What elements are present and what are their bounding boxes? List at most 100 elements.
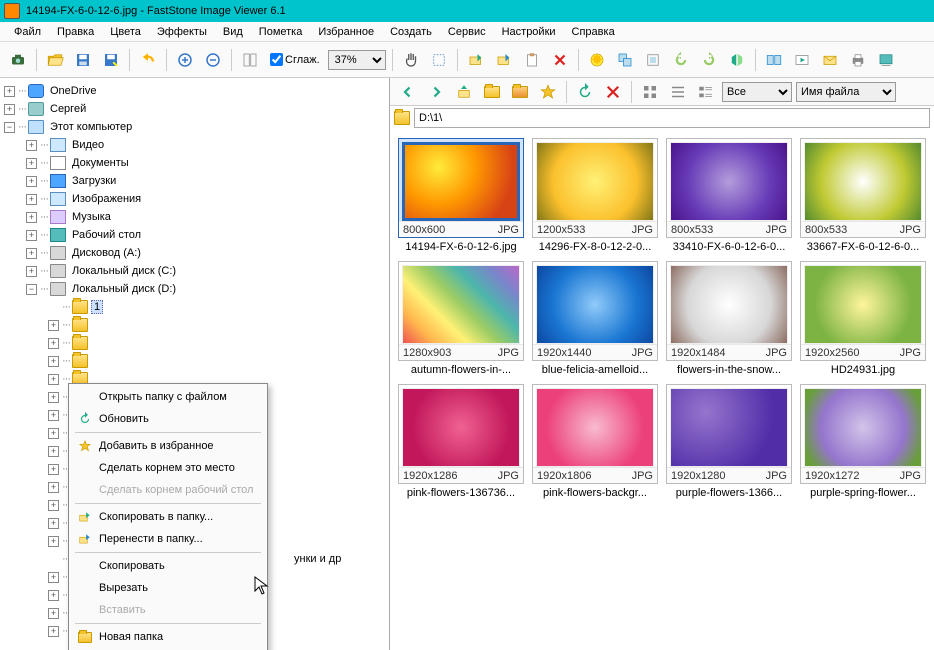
ctx-copy-to[interactable]: Скопировать в папку... xyxy=(71,506,265,528)
email-icon[interactable] xyxy=(818,48,842,72)
contrast-icon[interactable] xyxy=(585,48,609,72)
print-icon[interactable] xyxy=(846,48,870,72)
nav-forward-icon[interactable] xyxy=(424,80,448,104)
thumbnail-item[interactable]: 800x600JPG14194-FX-6-0-12-6.jpg xyxy=(398,138,524,253)
tree-music[interactable]: Музыка xyxy=(69,210,114,224)
zoom-select[interactable]: 37% xyxy=(328,50,386,70)
canvas-icon[interactable] xyxy=(641,48,665,72)
folder2-icon[interactable] xyxy=(508,80,532,104)
path-input[interactable] xyxy=(414,108,930,128)
view-list-icon[interactable] xyxy=(666,80,690,104)
select-icon[interactable] xyxy=(427,48,451,72)
delete-tb-icon[interactable] xyxy=(548,48,572,72)
ctx-new-folder[interactable]: Новая папка xyxy=(71,626,265,648)
thumb-filename: pink-flowers-136736... xyxy=(398,487,524,499)
thumbnail-item[interactable]: 1200x533JPG14296-FX-8-0-12-2-0... xyxy=(532,138,658,253)
menu-favorites[interactable]: Избранное xyxy=(310,24,382,40)
rotate-right-icon[interactable] xyxy=(697,48,721,72)
move-to-folder-icon[interactable] xyxy=(492,48,516,72)
compare-icon[interactable] xyxy=(762,48,786,72)
open-icon[interactable] xyxy=(43,48,67,72)
save-icon[interactable] xyxy=(71,48,95,72)
tree-onedrive[interactable]: OneDrive xyxy=(47,84,99,98)
thumbnail-item[interactable]: 1920x1286JPGpink-flowers-136736... xyxy=(398,384,524,499)
zoom-out-icon[interactable] xyxy=(201,48,225,72)
smooth-checkbox-input[interactable] xyxy=(270,53,283,66)
thumbnail-item[interactable]: 1920x1484JPGflowers-in-the-snow... xyxy=(666,261,792,376)
menu-colors[interactable]: Цвета xyxy=(102,24,149,40)
menu-effects[interactable]: Эффекты xyxy=(149,24,215,40)
tree-documents[interactable]: Документы xyxy=(69,156,132,170)
thumbnail-item[interactable]: 800x533JPG33667-FX-6-0-12-6-0... xyxy=(800,138,926,253)
clipboard-icon[interactable] xyxy=(520,48,544,72)
rotate-left-icon[interactable] xyxy=(669,48,693,72)
folder-tree[interactable]: +···OneDrive +···Сергей −···Этот компьют… xyxy=(0,78,390,650)
refresh2-icon[interactable] xyxy=(573,80,597,104)
smooth-checkbox[interactable]: Сглаж. xyxy=(270,53,320,66)
flip-icon[interactable] xyxy=(725,48,749,72)
view-detail-icon[interactable] xyxy=(694,80,718,104)
menu-file[interactable]: Файл xyxy=(6,24,49,40)
thumbnail-item[interactable]: 1920x1272JPGpurple-spring-flower... xyxy=(800,384,926,499)
stop-icon[interactable] xyxy=(601,80,625,104)
thumbnails-grid[interactable]: 800x600JPG14194-FX-6-0-12-6.jpg1200x533J… xyxy=(390,130,934,650)
thumb-dimensions: 1920x1286 xyxy=(403,470,457,482)
thumbnail-item[interactable]: 1920x1806JPGpink-flowers-backgr... xyxy=(532,384,658,499)
menu-create[interactable]: Создать xyxy=(382,24,440,40)
ctx-refresh[interactable]: Обновить xyxy=(71,408,265,430)
menu-tag[interactable]: Пометка xyxy=(251,24,311,40)
zoom-in-icon[interactable] xyxy=(173,48,197,72)
acquire-icon[interactable] xyxy=(6,48,30,72)
menu-settings[interactable]: Настройки xyxy=(494,24,564,40)
thumbnail-item[interactable]: 800x533JPG33410-FX-6-0-12-6-0... xyxy=(666,138,792,253)
filter-select[interactable]: Все xyxy=(722,82,792,102)
tree-video[interactable]: Видео xyxy=(69,138,107,152)
ctx-copy[interactable]: Скопировать xyxy=(71,555,265,577)
copy-to-folder-icon[interactable] xyxy=(464,48,488,72)
ctx-add-favorite[interactable]: Добавить в избранное xyxy=(71,435,265,457)
menu-tools[interactable]: Сервис xyxy=(440,24,494,40)
resize-icon[interactable] xyxy=(613,48,637,72)
menu-edit[interactable]: Правка xyxy=(49,24,102,40)
hand-icon[interactable] xyxy=(399,48,423,72)
thumb-image xyxy=(536,142,654,221)
ctx-root-here[interactable]: Сделать корнем это место xyxy=(71,457,265,479)
preview-icon[interactable] xyxy=(238,48,262,72)
tree-downloads[interactable]: Загрузки xyxy=(69,174,119,188)
undo-icon[interactable] xyxy=(136,48,160,72)
fav-icon[interactable] xyxy=(536,80,560,104)
wallpaper-icon[interactable] xyxy=(874,48,898,72)
thumb-filename: 33410-FX-6-0-12-6-0... xyxy=(666,241,792,253)
disk-icon xyxy=(50,264,66,278)
save-as-icon[interactable] xyxy=(99,48,123,72)
tree-pictures[interactable]: Изображения xyxy=(69,192,144,206)
thumbnail-item[interactable]: 1920x1280JPGpurple-flowers-1366... xyxy=(666,384,792,499)
menu-help[interactable]: Справка xyxy=(564,24,623,40)
tree-user[interactable]: Сергей xyxy=(47,102,89,116)
ctx-cut[interactable]: Вырезать xyxy=(71,577,265,599)
tree-disk-c[interactable]: Локальный диск (C:) xyxy=(69,264,179,278)
tree-more[interactable]: унки и др xyxy=(291,552,344,566)
ctx-open-folder[interactable]: Открыть папку с файлом xyxy=(71,386,265,408)
thumb-dimensions: 1920x1484 xyxy=(671,347,725,359)
thumbnail-item[interactable]: 1280x903JPGautumn-flowers-in-... xyxy=(398,261,524,376)
menu-view[interactable]: Вид xyxy=(215,24,251,40)
thumbnail-item[interactable]: 1920x2560JPGHD24931.jpg xyxy=(800,261,926,376)
view-grid-icon[interactable] xyxy=(638,80,662,104)
nav-back-icon[interactable] xyxy=(396,80,420,104)
thumb-format: JPG xyxy=(900,224,921,236)
tree-desktop[interactable]: Рабочий стол xyxy=(69,228,144,242)
slideshow-icon[interactable] xyxy=(790,48,814,72)
thumb-image xyxy=(804,388,922,467)
tree-computer[interactable]: Этот компьютер xyxy=(47,120,135,134)
titlebar: 14194-FX-6-0-12-6.jpg - FastStone Image … xyxy=(0,0,934,22)
tree-folder-1[interactable]: 1 xyxy=(91,300,103,314)
sort-select[interactable]: Имя файла xyxy=(796,82,896,102)
folder1-icon[interactable] xyxy=(480,80,504,104)
thumb-image xyxy=(402,388,520,467)
thumbnail-item[interactable]: 1920x1440JPGblue-felicia-amelloid... xyxy=(532,261,658,376)
ctx-move-to[interactable]: Перенести в папку... xyxy=(71,528,265,550)
nav-up-icon[interactable] xyxy=(452,80,476,104)
tree-disk-a[interactable]: Дисковод (A:) xyxy=(69,246,144,260)
tree-disk-d[interactable]: Локальный диск (D:) xyxy=(69,282,179,296)
